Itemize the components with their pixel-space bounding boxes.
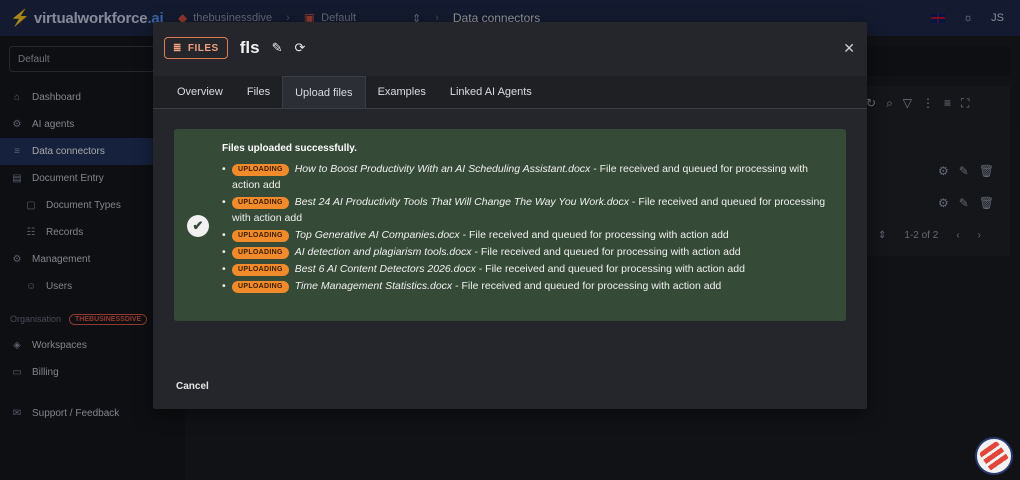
modal-header: ≣ FILES fls ✎ ⟳ ✕ bbox=[153, 22, 867, 74]
modal-tabs: Overview Files Upload files Examples Lin… bbox=[153, 76, 867, 109]
uploaded-file-list: UPLOADING How to Boost Productivity With … bbox=[222, 161, 832, 295]
success-alert: ✔ Files uploaded successfully. UPLOADING… bbox=[174, 129, 846, 321]
file-message: - File received and queued for processin… bbox=[452, 280, 722, 292]
file-name: Top Generative AI Companies.docx bbox=[294, 229, 460, 241]
list-item: UPLOADING Top Generative AI Companies.doc… bbox=[222, 227, 832, 243]
uploading-badge: UPLOADING bbox=[232, 164, 289, 176]
tab-overview[interactable]: Overview bbox=[165, 76, 235, 108]
list-item: UPLOADING Best 6 AI Content Detectors 202… bbox=[222, 261, 832, 277]
file-message: - File received and queued for processin… bbox=[475, 263, 745, 275]
uploading-badge: UPLOADING bbox=[232, 281, 289, 293]
tab-examples[interactable]: Examples bbox=[366, 76, 438, 108]
help-widget-button[interactable] bbox=[975, 437, 1013, 475]
uploading-badge: UPLOADING bbox=[232, 197, 289, 209]
alert-title: Files uploaded successfully. bbox=[222, 143, 357, 154]
list-item: UPLOADING How to Boost Productivity With … bbox=[222, 161, 832, 193]
file-name: How to Boost Productivity With an AI Sch… bbox=[294, 163, 591, 175]
database-icon: ≣ bbox=[173, 42, 182, 54]
list-item: UPLOADING AI detection and plagiarism too… bbox=[222, 244, 832, 260]
file-message: - File received and queued for processin… bbox=[471, 246, 741, 258]
brand-stripes-icon bbox=[978, 440, 1010, 472]
list-item: UPLOADING Time Management Statistics.docx… bbox=[222, 278, 832, 294]
uploading-badge: UPLOADING bbox=[232, 247, 289, 259]
file-name: Best 24 AI Productivity Tools That Will … bbox=[294, 196, 630, 208]
tab-files[interactable]: Files bbox=[235, 76, 282, 108]
file-message: - File received and queued for processin… bbox=[459, 229, 729, 241]
check-icon: ✔ bbox=[187, 215, 209, 237]
file-name: Best 6 AI Content Detectors 2026.docx bbox=[294, 263, 476, 275]
tab-linked-ai-agents[interactable]: Linked AI Agents bbox=[438, 76, 544, 108]
modal-title: fls bbox=[239, 38, 260, 57]
cancel-button[interactable]: Cancel bbox=[176, 381, 209, 392]
list-item: UPLOADING Best 24 AI Productivity Tools T… bbox=[222, 194, 832, 226]
file-name: Time Management Statistics.docx bbox=[294, 280, 453, 292]
refresh-icon[interactable]: ⟳ bbox=[294, 40, 305, 56]
uploading-badge: UPLOADING bbox=[232, 264, 289, 276]
close-icon[interactable]: ✕ bbox=[843, 40, 855, 57]
uploading-badge: UPLOADING bbox=[232, 230, 289, 242]
edit-icon[interactable]: ✎ bbox=[272, 40, 283, 56]
files-modal: ≣ FILES fls ✎ ⟳ ✕ Overview Files Upload f… bbox=[153, 22, 867, 409]
file-name: AI detection and plagiarism tools.docx bbox=[294, 246, 472, 258]
files-tag: ≣ FILES bbox=[164, 37, 228, 59]
tab-upload-files[interactable]: Upload files bbox=[282, 76, 366, 108]
